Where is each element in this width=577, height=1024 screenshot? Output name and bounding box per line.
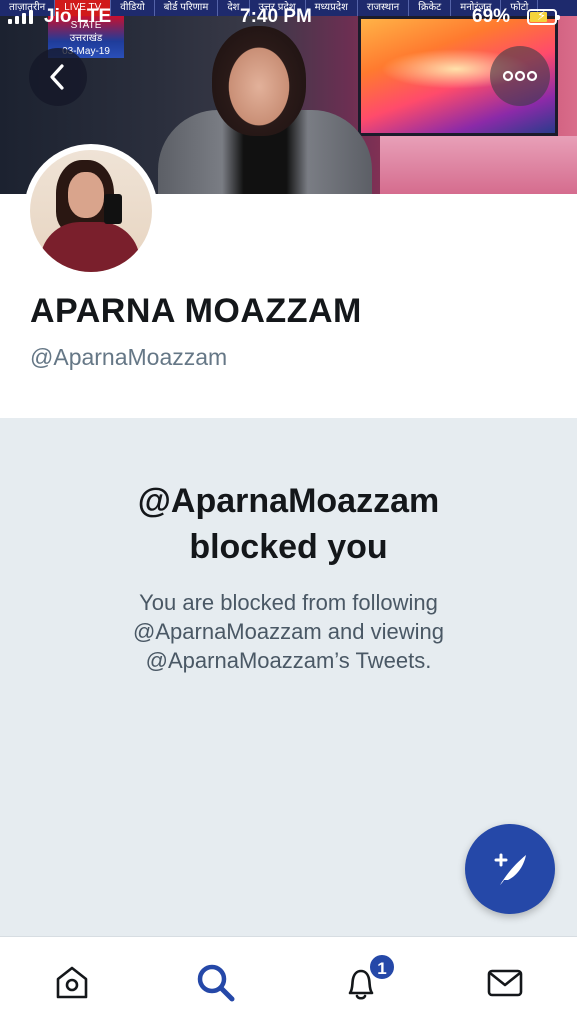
carrier-label: Jio LTE (44, 6, 112, 27)
blocked-title: @AparnaMoazzam blocked you (0, 478, 577, 570)
home-icon (56, 966, 88, 999)
tab-home[interactable] (50, 961, 94, 1005)
blocked-title-line: @AparnaMoazzam (137, 482, 440, 520)
search-icon (197, 964, 235, 1002)
more-options-button[interactable] (490, 46, 550, 106)
tab-messages[interactable] (483, 961, 527, 1005)
profile-avatar[interactable] (24, 144, 158, 278)
back-button[interactable] (29, 48, 87, 106)
compose-tweet-button[interactable] (465, 824, 555, 914)
status-bar: Jio LTE 7:40 PM 69% ⚡ (0, 2, 577, 32)
banner-anchor-head (212, 26, 306, 136)
banner-background-panel (380, 136, 577, 194)
blocked-title-line: blocked you (189, 528, 388, 566)
envelope-icon (487, 969, 523, 997)
blocked-description-line: @AparnaMoazzam and viewing (133, 619, 444, 644)
avatar-photo (30, 150, 152, 272)
compose-tweet-icon (494, 853, 526, 885)
blocked-description: You are blocked from following @AparnaMo… (40, 588, 537, 675)
chevron-left-icon (50, 64, 64, 90)
battery-percent: 69% (472, 6, 511, 27)
tab-search[interactable] (194, 961, 238, 1005)
more-horizontal-icon (502, 70, 538, 82)
profile-display-name: APARNA MOAZZAM (30, 292, 362, 330)
bottom-tab-bar: 1 (0, 936, 577, 1024)
channel-logo-line: उत्तराखंड (69, 33, 103, 44)
blocked-description-line: @AparnaMoazzam’s Tweets. (145, 648, 432, 673)
charging-bolt-icon: ⚡ (537, 8, 547, 23)
battery-icon: ⚡ (527, 8, 560, 25)
status-time: 7:40 PM (240, 6, 312, 27)
blocked-description-line: You are blocked from following (139, 590, 438, 615)
notifications-badge: 1 (368, 953, 396, 981)
profile-handle: @AparnaMoazzam (30, 344, 228, 370)
signal-strength-icon (8, 10, 33, 24)
